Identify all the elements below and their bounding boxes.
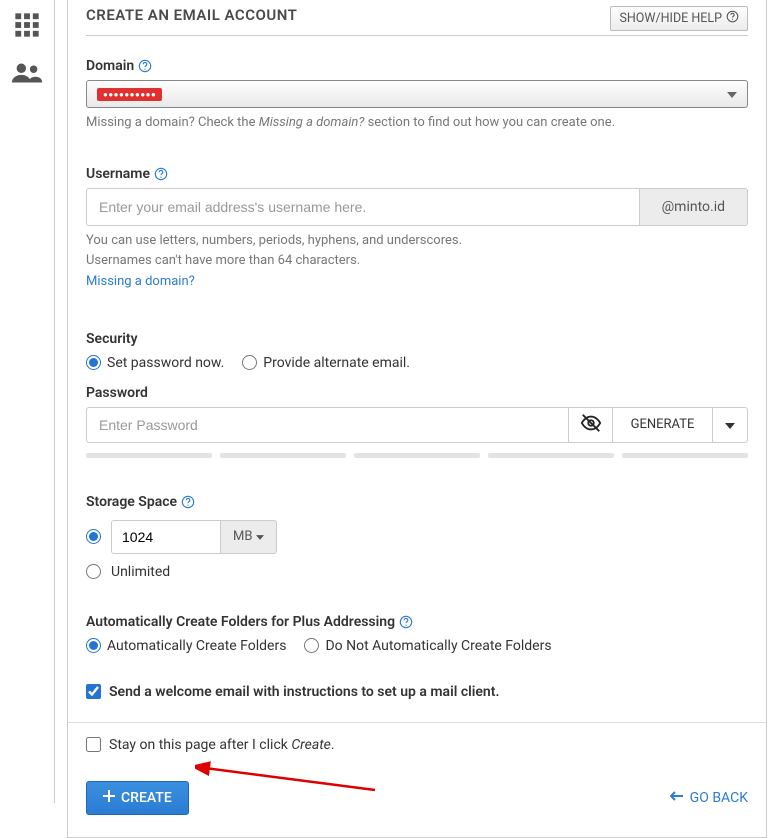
stay-on-page-label: Stay on this page after I click Create.	[109, 737, 335, 753]
username-hint2: Usernames can't have more than 64 charac…	[86, 252, 748, 270]
question-circle-icon[interactable]	[138, 59, 152, 73]
checkbox-stay-on-page[interactable]	[86, 737, 101, 752]
eye-slash-icon	[580, 412, 602, 438]
welcome-email-label: Send a welcome email with instructions t…	[109, 684, 499, 700]
storage-unit-select[interactable]: MB	[221, 520, 277, 554]
username-section: Username @minto.id You can use letters, …	[86, 166, 748, 291]
panel-title: CREATE AN EMAIL ACCOUNT	[86, 6, 297, 24]
create-email-panel: CREATE AN EMAIL ACCOUNT SHOW/HIDE HELP D…	[67, 0, 767, 838]
content-area: CREATE AN EMAIL ACCOUNT SHOW/HIDE HELP D…	[55, 0, 772, 803]
panel-header: CREATE AN EMAIL ACCOUNT SHOW/HIDE HELP	[86, 0, 748, 31]
panel-footer: Stay on this page after I click Create. …	[68, 722, 766, 815]
chevron-down-icon	[725, 417, 735, 433]
domain-select[interactable]: ●●●●●●●●●●	[86, 80, 748, 108]
create-button[interactable]: CREATE	[86, 781, 189, 815]
radio-no-auto-create-folders[interactable]: Do Not Automatically Create Folders	[304, 638, 551, 654]
plus-addressing-section: Automatically Create Folders for Plus Ad…	[86, 614, 748, 654]
question-circle-icon[interactable]	[154, 167, 168, 181]
radio-no-auto-create-input[interactable]	[304, 638, 319, 653]
username-input[interactable]	[86, 188, 640, 226]
security-label: Security	[86, 331, 138, 347]
question-circle-icon	[726, 10, 739, 27]
domain-selected-value: ●●●●●●●●●●	[97, 88, 162, 101]
checkbox-welcome-email[interactable]	[86, 684, 101, 699]
left-sidebar	[0, 0, 55, 803]
username-domain-suffix: @minto.id	[640, 188, 748, 226]
apps-icon[interactable]	[8, 6, 46, 44]
domain-label: Domain	[86, 58, 134, 74]
radio-auto-create-folders[interactable]: Automatically Create Folders	[86, 638, 286, 654]
username-label: Username	[86, 166, 150, 182]
radio-alternate-email-input[interactable]	[242, 355, 257, 370]
security-section: Security Set password now. Provide alter…	[86, 331, 748, 371]
storage-value-input[interactable]	[111, 520, 221, 554]
storage-unlimited-label: Unlimited	[111, 564, 170, 580]
radio-storage-unlimited[interactable]	[86, 564, 101, 579]
chevron-down-icon	[727, 86, 737, 102]
storage-section: Storage Space MB Unlimited	[86, 494, 748, 580]
go-back-link[interactable]: GO BACK	[670, 790, 748, 806]
radio-storage-custom[interactable]	[86, 529, 101, 544]
users-icon[interactable]	[8, 54, 46, 92]
plus-icon	[103, 790, 115, 806]
radio-auto-create-input[interactable]	[86, 638, 101, 653]
username-hint1: You can use letters, numbers, periods, h…	[86, 232, 748, 250]
domain-hint: Missing a domain? Check the Missing a do…	[86, 114, 748, 132]
generate-password-button[interactable]: GENERATE	[612, 407, 712, 443]
password-section: Password GENERATE	[86, 385, 748, 458]
chevron-down-icon	[256, 529, 264, 544]
arrow-left-icon	[670, 790, 684, 806]
storage-label: Storage Space	[86, 494, 177, 510]
toggle-password-visibility-button[interactable]	[568, 407, 612, 443]
radio-set-password-now[interactable]: Set password now.	[86, 355, 224, 371]
help-button-label: SHOW/HIDE HELP	[619, 11, 722, 26]
plus-addressing-label: Automatically Create Folders for Plus Ad…	[86, 614, 395, 630]
domain-section: Domain ●●●●●●●●●● Missing a domain? Chec…	[86, 58, 748, 132]
show-hide-help-button[interactable]: SHOW/HIDE HELP	[610, 6, 748, 31]
generate-dropdown-button[interactable]	[712, 407, 748, 443]
password-label: Password	[86, 385, 148, 401]
radio-set-password-input[interactable]	[86, 355, 101, 370]
question-circle-icon[interactable]	[181, 495, 195, 509]
password-strength-meter	[86, 453, 748, 458]
question-circle-icon[interactable]	[399, 615, 413, 629]
radio-alternate-email[interactable]: Provide alternate email.	[242, 355, 410, 371]
missing-domain-link[interactable]: Missing a domain?	[86, 274, 195, 289]
password-input[interactable]	[86, 407, 568, 443]
